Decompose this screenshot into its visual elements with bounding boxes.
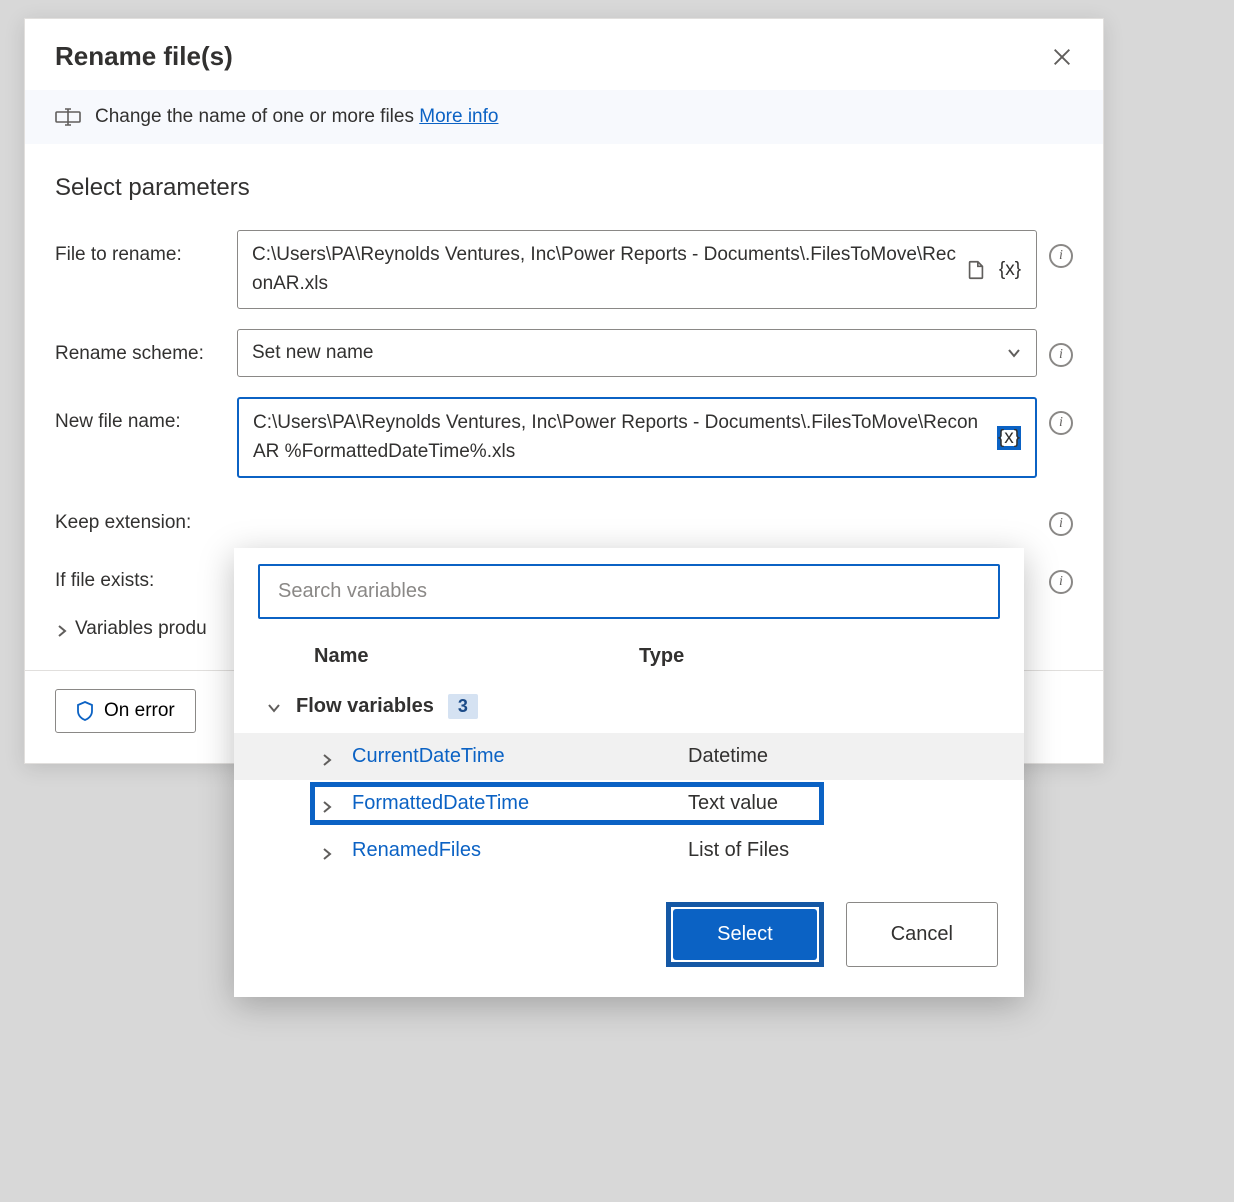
param-label: Keep extension: xyxy=(55,498,225,534)
param-new-file-name: New file name: C:\Users\PA\Reynolds Vent… xyxy=(25,387,1103,488)
chevron-down-icon xyxy=(266,699,282,715)
chevron-right-icon xyxy=(55,622,69,636)
column-type: Type xyxy=(639,645,964,668)
param-keep-extension: Keep extension: i xyxy=(25,488,1103,546)
flow-variables-group[interactable]: Flow variables 3 xyxy=(234,680,1024,733)
search-variables-input[interactable]: Search variables xyxy=(258,564,1000,619)
variable-row[interactable]: CurrentDateTime Datetime xyxy=(234,733,1024,780)
file-picker-icon[interactable] xyxy=(964,258,988,282)
dialog-title: Rename file(s) xyxy=(55,41,233,72)
param-label: Rename scheme: xyxy=(55,329,225,365)
info-icon[interactable]: i xyxy=(1049,512,1073,536)
count-badge: 3 xyxy=(448,694,478,719)
highlight-annotation: Select xyxy=(666,902,824,967)
section-title: Select parameters xyxy=(25,144,1103,220)
chevron-right-icon xyxy=(320,844,334,858)
new-file-name-input[interactable]: C:\Users\PA\Reynolds Ventures, Inc\Power… xyxy=(237,397,1037,478)
cancel-button[interactable]: Cancel xyxy=(846,902,998,967)
popup-footer: Select Cancel xyxy=(234,874,1024,973)
variable-row[interactable]: FormattedDateTime Text value xyxy=(234,780,1024,827)
info-icon[interactable]: i xyxy=(1049,343,1073,367)
param-label: File to rename: xyxy=(55,230,225,266)
file-to-rename-input[interactable]: C:\Users\PA\Reynolds Ventures, Inc\Power… xyxy=(237,230,1037,309)
shield-icon xyxy=(76,701,94,721)
info-bar: Change the name of one or more files Mor… xyxy=(25,90,1103,144)
more-info-link[interactable]: More info xyxy=(419,106,498,127)
rename-icon xyxy=(55,107,81,127)
chevron-right-icon xyxy=(320,750,334,764)
chevron-down-icon xyxy=(1006,345,1022,361)
dialog-header: Rename file(s) xyxy=(25,19,1103,90)
chevron-right-icon xyxy=(320,797,334,811)
param-file-to-rename: File to rename: C:\Users\PA\Reynolds Ven… xyxy=(25,220,1103,319)
close-icon[interactable] xyxy=(1051,46,1073,68)
param-rename-scheme: Rename scheme: Set new name i xyxy=(25,319,1103,387)
param-label: New file name: xyxy=(55,397,225,433)
info-icon[interactable]: i xyxy=(1049,411,1073,435)
variable-icon[interactable]: {x} xyxy=(998,258,1022,282)
on-error-button[interactable]: On error xyxy=(55,689,196,733)
variable-row[interactable]: RenamedFiles List of Files xyxy=(234,827,1024,874)
select-button[interactable]: Select xyxy=(673,909,817,960)
info-icon[interactable]: i xyxy=(1049,570,1073,594)
param-label: If file exists: xyxy=(55,556,225,592)
column-name: Name xyxy=(314,645,639,668)
variable-picker-popup: Search variables Name Type Flow variable… xyxy=(234,548,1024,997)
variable-icon[interactable]: {x} xyxy=(997,426,1021,450)
variable-table-header: Name Type xyxy=(234,637,1024,680)
info-text: Change the name of one or more files Mor… xyxy=(95,106,498,128)
rename-scheme-select[interactable]: Set new name xyxy=(237,329,1037,377)
info-icon[interactable]: i xyxy=(1049,244,1073,268)
